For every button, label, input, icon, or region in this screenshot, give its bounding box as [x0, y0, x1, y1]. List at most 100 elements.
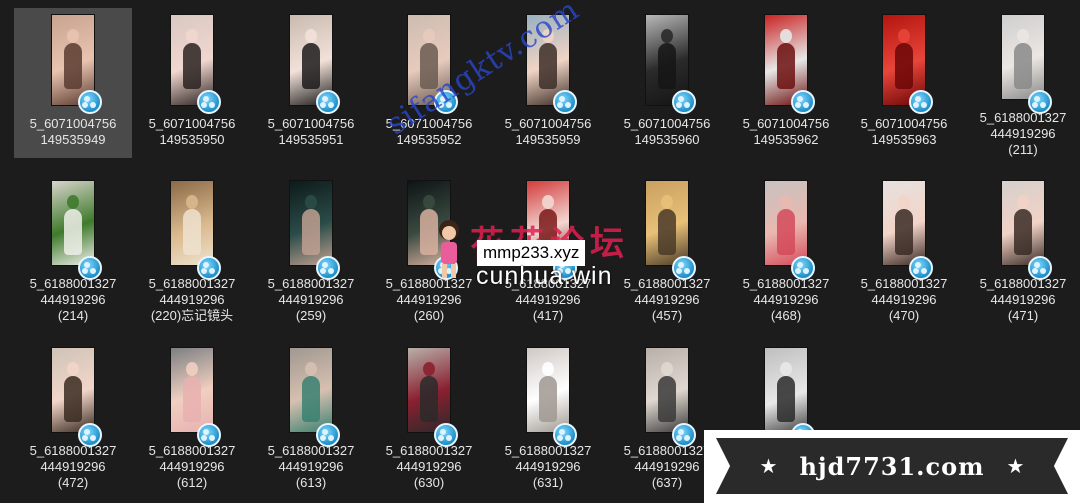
file-name-line: 444919296: [278, 292, 344, 307]
file-name-line: 444919296: [990, 292, 1056, 307]
media-player-icon: [197, 256, 221, 280]
file-name: 5_6188001327 444919296 (472): [14, 443, 132, 491]
file-name-line: (214): [57, 308, 89, 323]
file-name-line: 444919296: [990, 126, 1056, 141]
file-name-line: 5_6188001327: [29, 443, 117, 458]
media-player-icon: [791, 90, 815, 114]
video-thumbnail: [289, 180, 333, 266]
media-player-icon: [197, 423, 221, 447]
file-name-line: (417): [532, 308, 564, 323]
video-thumbnail: [645, 180, 689, 266]
file-name-line: 149535962: [753, 132, 819, 147]
file-name-line: (472): [57, 475, 89, 490]
file-name: 5_6188001327 444919296 (613): [252, 443, 370, 491]
file-name: 5_6188001327 444919296 (631): [489, 443, 607, 491]
file-name: 5_6188001327 444919296 (471): [964, 276, 1080, 324]
file-item[interactable]: 5_6071004756 149535951: [252, 8, 370, 158]
file-name-line: 5_6071004756: [148, 116, 236, 131]
file-name-line: 444919296: [396, 459, 462, 474]
file-name: 5_6188001327 444919296 (457): [608, 276, 726, 324]
file-item[interactable]: 5_6188001327 444919296 (630): [370, 341, 488, 491]
file-item[interactable]: 5_6188001327 444919296 (220)忘记镜头: [133, 174, 251, 324]
file-item[interactable]: 5_6188001327 444919296 (612): [133, 341, 251, 491]
file-item[interactable]: 5_6188001327 444919296 (214): [14, 174, 132, 324]
file-name-line: 149535959: [515, 132, 581, 147]
file-name-line: 149535951: [278, 132, 344, 147]
file-name-line: 5_6188001327: [148, 443, 236, 458]
file-item[interactable]: 5_6071004756 149535949: [14, 8, 132, 158]
file-name-line: 5_6071004756: [504, 116, 592, 131]
star-icon: ★: [759, 455, 778, 478]
file-name: 5_6188001327 444919296 (259): [252, 276, 370, 324]
media-player-icon: [1028, 256, 1052, 280]
media-player-icon: [78, 256, 102, 280]
file-name-line: (211): [1008, 142, 1038, 157]
file-name-line: 149535963: [871, 132, 937, 147]
file-name-line: 444919296: [634, 292, 700, 307]
file-name: 5_6188001327 444919296 (630): [370, 443, 488, 491]
media-player-icon: [672, 423, 696, 447]
file-name-line: 444919296: [159, 459, 225, 474]
file-name-line: 149535950: [159, 132, 225, 147]
file-item[interactable]: 5_6188001327 444919296 (259): [252, 174, 370, 324]
file-name-line: 5_6188001327: [267, 276, 355, 291]
video-thumbnail: [1001, 180, 1045, 266]
media-player-icon: [1028, 90, 1052, 114]
file-name-line: 149535960: [634, 132, 700, 147]
file-name: 5_6188001327 444919296 (220)忘记镜头: [133, 276, 251, 324]
video-thumbnail: [289, 347, 333, 433]
video-thumbnail: [51, 347, 95, 433]
file-name-line: (470): [888, 308, 920, 323]
video-thumbnail: [764, 180, 808, 266]
video-thumbnail: [882, 180, 926, 266]
media-player-icon: [672, 256, 696, 280]
video-thumbnail: [526, 347, 570, 433]
file-name-line: 444919296: [396, 292, 462, 307]
file-name: 5_6071004756 149535960: [608, 116, 726, 148]
promo-banner: ★ hjd7731.com ★: [704, 430, 1080, 503]
file-name: 5_6071004756 149535959: [489, 116, 607, 148]
star-icon: ★: [1006, 455, 1025, 478]
file-name: 5_6188001327 444919296 (612): [133, 443, 251, 491]
file-name-line: (457): [651, 308, 683, 323]
file-item[interactable]: 5_6188001327 444919296 (472): [14, 341, 132, 491]
file-name-line: 5_6188001327: [385, 276, 473, 291]
file-item[interactable]: 5_6188001327 444919296 (631): [489, 341, 607, 491]
file-name-line: (631): [532, 475, 564, 490]
file-name: 5_6188001327 444919296 (470): [845, 276, 963, 324]
file-item[interactable]: 5_6071004756 149535963: [845, 8, 963, 158]
file-item[interactable]: 5_6188001327 444919296 (613): [252, 341, 370, 491]
media-player-icon: [78, 90, 102, 114]
file-name-line: 149535949: [40, 132, 106, 147]
file-item[interactable]: 5_6071004756 149535950: [133, 8, 251, 158]
file-item[interactable]: 5_6071004756 149535960: [608, 8, 726, 158]
file-name: 5_6071004756 149535949: [14, 116, 132, 148]
media-player-icon: [909, 256, 933, 280]
file-name-line: 5_6188001327: [979, 276, 1067, 291]
file-name-line: (471): [1007, 308, 1039, 323]
file-name-line: 444919296: [515, 459, 581, 474]
file-item[interactable]: 5_6188001327 444919296 (468): [727, 174, 845, 324]
file-name-line: (220)忘记镜头: [150, 308, 234, 323]
file-name-line: 5_6188001327: [860, 276, 948, 291]
video-thumbnail: [407, 347, 451, 433]
file-name-line: 5_6188001327: [742, 276, 830, 291]
file-name-line: 444919296: [40, 459, 106, 474]
file-name: 5_6071004756 149535962: [727, 116, 845, 148]
video-thumbnail: [51, 180, 95, 266]
file-item[interactable]: 5_6188001327 444919296 (471): [964, 174, 1080, 324]
file-item[interactable]: 5_6071004756 149535962: [727, 8, 845, 158]
file-name-line: 5_6071004756: [623, 116, 711, 131]
promo-banner-ribbon: ★ hjd7731.com ★: [716, 438, 1068, 494]
video-thumbnail: [1001, 14, 1045, 100]
file-name: 5_6188001327 444919296 (260): [370, 276, 488, 324]
file-name-line: 5_6188001327: [979, 110, 1067, 125]
media-player-icon: [78, 423, 102, 447]
video-thumbnail: [645, 347, 689, 433]
file-item[interactable]: 5_6188001327 444919296 (470): [845, 174, 963, 324]
file-item[interactable]: 5_6188001327 444919296 (211): [964, 8, 1080, 158]
file-name-line: (259): [295, 308, 327, 323]
file-name: 5_6071004756 149535950: [133, 116, 251, 148]
file-name-line: 5_6071004756: [860, 116, 948, 131]
media-player-icon: [316, 90, 340, 114]
